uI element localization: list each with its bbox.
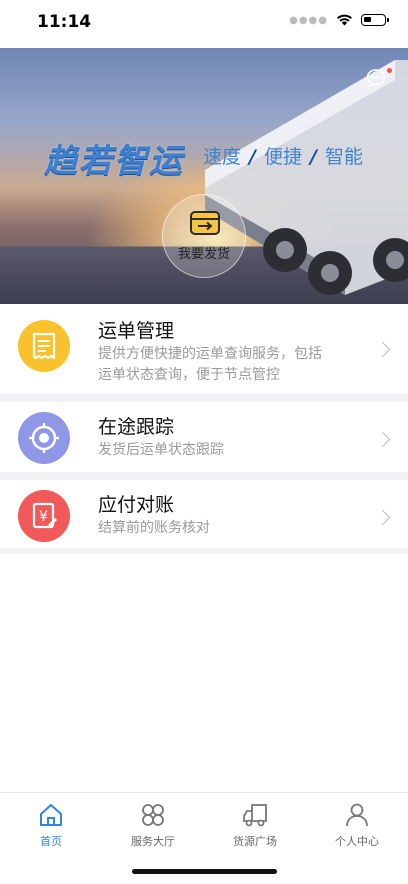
slogan-word: 便捷 (263, 146, 302, 168)
menu-title: 运单管理 (98, 320, 175, 342)
tracking-icon-circle (18, 412, 70, 464)
service-menu: 运单管理 提供方便快捷的运单查询服务，包括 运单状态查询，便于节点管控 在途跟踪… (0, 304, 408, 552)
slogan-word: 速度 (203, 146, 242, 168)
person-icon (346, 803, 368, 827)
battery-icon (361, 14, 389, 26)
tab-service-hall[interactable]: 服务大厅 (102, 801, 204, 849)
home-icon (40, 804, 62, 826)
signal-icon: ●●●● (289, 14, 328, 26)
wifi-icon (336, 14, 353, 26)
status-bar: 11:14 ●●●● (0, 0, 408, 48)
menu-item-reconciliation[interactable]: ¥ 应付对账 结算前的账务核对 (0, 480, 408, 552)
divider (0, 548, 408, 554)
tab-personal-center[interactable]: 个人中心 (306, 801, 408, 849)
menu-title: 应付对账 (98, 494, 175, 516)
hero-banner: 趋若智运 速度 / 便捷 / 智能 我要发货 (0, 48, 408, 304)
chevron-right-icon (374, 509, 391, 526)
ship-button-label: 我要发货 (177, 247, 230, 262)
banner-slogan: 速度 / 便捷 / 智能 (203, 146, 363, 168)
truck-icon (243, 804, 267, 827)
divider (0, 394, 408, 402)
svg-text:¥: ¥ (39, 509, 48, 525)
message-badge (387, 68, 392, 73)
grid-icon (142, 804, 164, 826)
chevron-right-icon (374, 431, 391, 448)
bill-edit-icon: ¥ (32, 502, 58, 529)
tab-cargo-square[interactable]: 货源广场 (204, 801, 306, 849)
menu-desc: 结算前的账务核对 (98, 520, 210, 536)
ship-button[interactable]: 我要发货 (162, 194, 246, 278)
status-time: 11:14 (37, 12, 92, 32)
menu-title: 在途跟踪 (98, 416, 175, 438)
tab-label: 首页 (40, 835, 62, 848)
menu-desc: 发货后运单状态跟踪 (98, 442, 224, 458)
menu-item-tracking[interactable]: 在途跟踪 发货后运单状态跟踪 (0, 402, 408, 472)
reconciliation-icon-circle: ¥ (18, 490, 70, 542)
receipt-icon (32, 332, 56, 360)
tab-label: 服务大厅 (131, 835, 175, 848)
banner-title: 趋若智运 (44, 141, 184, 180)
chevron-right-icon (374, 341, 391, 358)
tab-label: 个人中心 (335, 835, 379, 848)
home-indicator (132, 869, 277, 874)
divider (0, 472, 408, 480)
menu-item-waybill[interactable]: 运单管理 提供方便快捷的运单查询服务，包括 运单状态查询，便于节点管控 (0, 304, 408, 394)
truck-graphic (205, 60, 408, 295)
ship-icon (190, 211, 220, 235)
locate-icon (29, 423, 59, 453)
menu-desc: 提供方便快捷的运单查询服务，包括 运单状态查询，便于节点管控 (98, 344, 368, 386)
slogan-word: 智能 (324, 146, 363, 168)
menu-desc-line: 运单状态查询，便于节点管控 (98, 367, 280, 383)
status-icons: ●●●● (289, 14, 389, 26)
waybill-icon-circle (18, 320, 70, 372)
tab-home[interactable]: 首页 (0, 801, 102, 849)
message-icon (366, 69, 386, 88)
message-button[interactable] (366, 68, 386, 88)
menu-desc-line: 提供方便快捷的运单查询服务，包括 (98, 346, 322, 362)
tab-label: 货源广场 (233, 835, 277, 848)
